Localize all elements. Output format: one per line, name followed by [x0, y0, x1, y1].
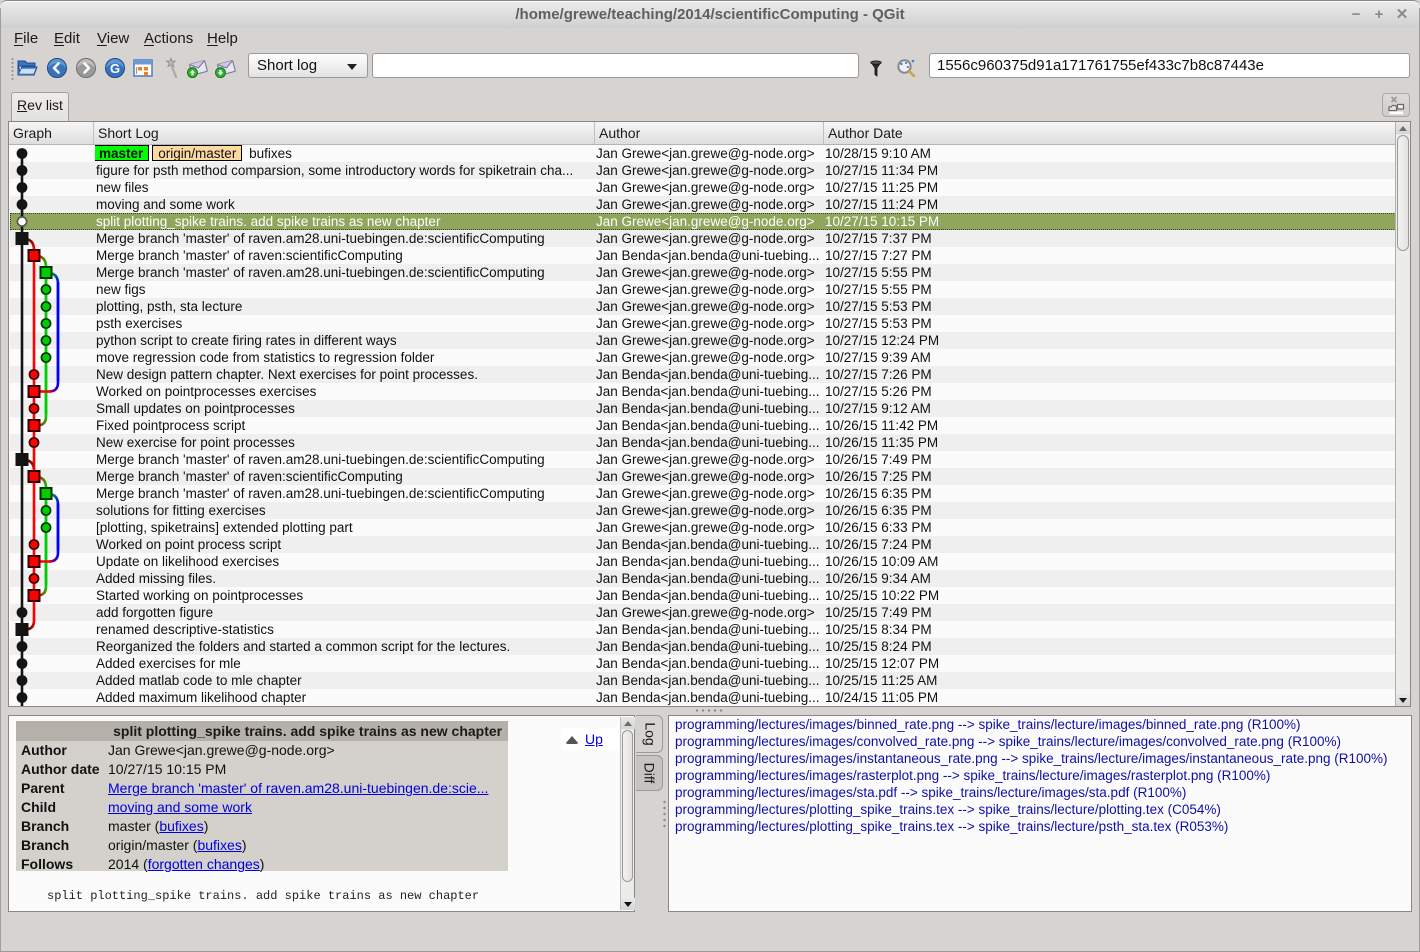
svg-text:G: G — [110, 61, 120, 76]
